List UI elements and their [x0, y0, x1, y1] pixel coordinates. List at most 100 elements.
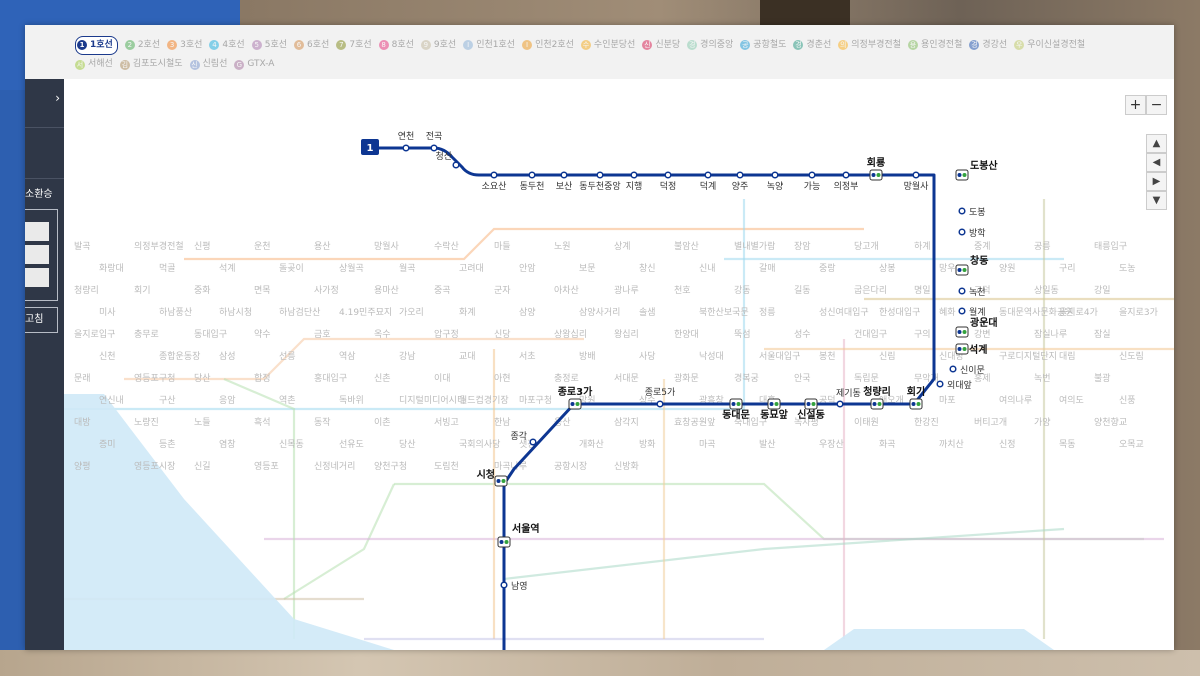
background-station-label: 굽은다리 — [854, 285, 887, 296]
background-station-label: 마포구청 — [519, 395, 552, 406]
station-label: 청산 — [435, 151, 452, 162]
station-label: 망월사 — [904, 180, 930, 192]
line-chip[interactable]: 2 2호선 — [124, 37, 160, 54]
line-chip[interactable]: 의 의정부경전철 — [838, 37, 901, 54]
background-station-label: 북한산보국문 — [699, 307, 749, 318]
background-station-label: 동대입구 — [194, 328, 227, 340]
background-station-label: 강변 — [974, 329, 991, 340]
station[interactable]: 도봉산 — [955, 159, 998, 181]
line-number-icon: 경 — [793, 40, 804, 50]
background-station-label: 화곡 — [879, 439, 896, 450]
line-chip[interactable]: 1 1호선 — [75, 35, 118, 55]
line-chip[interactable]: 경 경의중앙 — [687, 37, 733, 54]
station-line-dot — [957, 268, 962, 272]
background-station-label: 월드컵경기장 — [459, 394, 509, 406]
station-dot — [949, 365, 957, 373]
station[interactable]: 외대앞 — [936, 379, 972, 391]
station-dot — [452, 161, 460, 169]
background-station-label: 연신내 — [99, 395, 124, 406]
via-field[interactable] — [25, 245, 49, 264]
line-chip[interactable]: I 인천2호선 — [522, 37, 574, 54]
station[interactable]: 방학 — [958, 228, 986, 239]
background-station-label: 군자 — [494, 285, 511, 296]
station-label: 도봉산 — [970, 159, 998, 172]
sidebar-panel-second — [25, 128, 64, 179]
line-chip[interactable]: 신 신림선 — [189, 56, 227, 73]
station[interactable]: 창동 — [955, 254, 988, 276]
background-station-label: 대방 — [74, 417, 91, 428]
background-station-label: 우장산 — [819, 439, 844, 450]
river-shape — [824, 629, 1054, 650]
line-chip[interactable]: 우 우이신설경전철 — [1014, 37, 1085, 54]
route-map-svg[interactable]: 발곡 의정부경전철 신평 운천 용산 망월사 수락산 마들 노원 상계 불암산 별내별가람 장암 당고개 하… — [64, 79, 1174, 650]
pan-up-button[interactable]: ▲ — [1146, 134, 1167, 153]
line-chip[interactable]: 수 수인분당선 — [580, 37, 635, 54]
background-station-label: 노량진 — [134, 416, 159, 428]
line-chip[interactable]: 7 7호선 — [336, 37, 372, 54]
pan-left-button[interactable]: ◀ — [1146, 153, 1167, 172]
zoom-in-button[interactable]: + — [1125, 95, 1146, 115]
line-chip[interactable]: 용 용인경전철 — [907, 37, 963, 54]
station[interactable]: 월계 — [958, 306, 986, 318]
line-number-icon: 경 — [969, 40, 980, 50]
reset-button[interactable]: 고침 — [25, 307, 58, 333]
background-station-label: 서빙고 — [434, 417, 459, 428]
station-line-dot — [957, 330, 962, 334]
line-chip[interactable]: 8 8호선 — [378, 37, 414, 54]
background-station-label: 양천구청 — [374, 461, 407, 472]
pan-right-button[interactable]: ▶ — [1146, 172, 1167, 191]
sidebar-panel-top[interactable]: › — [25, 79, 64, 128]
line-chip[interactable]: G GTX-A — [234, 56, 274, 73]
line-chip[interactable]: 김 김포도시철도 — [119, 56, 183, 73]
line-chip-label: 용인경전철 — [920, 39, 963, 50]
line-chip[interactable]: I 인천1호선 — [463, 37, 515, 54]
background-station-label: 혜화 — [939, 306, 956, 318]
station[interactable]: 회룡 — [867, 156, 885, 181]
line-chip[interactable]: 9 9호선 — [420, 37, 456, 54]
line-chip[interactable]: 3 3호선 — [167, 37, 202, 54]
line-chip[interactable]: 경 경강선 — [969, 37, 1007, 54]
station[interactable]: 도봉 — [958, 207, 986, 218]
background-station-label: 안국 — [794, 373, 811, 384]
background-station-label: 구리 — [1059, 263, 1076, 274]
background-station-label: 약수 — [254, 328, 271, 340]
subway-map-canvas[interactable]: 발곡 의정부경전철 신평 운천 용산 망월사 수락산 마들 노원 상계 불암산 별내별가람 장암 당고개 하… — [64, 79, 1174, 650]
line-chip[interactable]: 신 신분당 — [642, 37, 680, 54]
station-label: 동대문 — [722, 408, 750, 421]
line-number-icon: 7 — [336, 40, 347, 50]
station[interactable]: 신이문 — [949, 365, 985, 376]
background-station-label: 당산 — [194, 373, 211, 384]
background-station-label: 삼성 — [219, 351, 236, 362]
station-dot — [808, 171, 816, 179]
arrival-field[interactable] — [25, 268, 49, 287]
line-chip[interactable]: 4 4호선 — [209, 37, 245, 54]
background-station-label: 운천 — [254, 241, 271, 252]
line-chip[interactable]: 서 서해선 — [75, 56, 113, 73]
line-chip[interactable]: 경 경춘선 — [793, 37, 831, 54]
background-station-label: 선유도 — [339, 439, 364, 450]
station[interactable]: 회기 — [907, 385, 925, 410]
line-chip[interactable]: 공 공항철도 — [740, 37, 786, 54]
line-chip[interactable]: 6 6호선 — [294, 37, 329, 54]
background-station-label: 망우 — [939, 263, 956, 274]
line-chip[interactable]: 5 5호선 — [251, 37, 287, 54]
background-station-label: 서초 — [519, 351, 536, 362]
station-line-dot — [962, 173, 967, 177]
background-station-labels: 발곡 의정부경전철 신평 운천 용산 망월사 수락산 마들 노원 상계 불암산 별내별가람 장암 당고개 하… — [74, 240, 1158, 472]
departure-field[interactable] — [25, 222, 49, 241]
station[interactable]: 녹천 — [958, 287, 986, 298]
station-label: 광운대 — [970, 316, 998, 329]
background-station-label: 불암산 — [674, 240, 699, 252]
line-number-icon: G — [234, 59, 245, 70]
station[interactable]: 석계 — [955, 343, 987, 356]
background-station-label: 창신 — [639, 263, 656, 274]
subway-map-window: 1 1호선 2 2호선 3 3호선 4 4호선 5 5호선 6 6호선 7 7호선 8 8호선 9 9호선 I 인천1… — [25, 25, 1174, 650]
pan-down-button[interactable]: ▼ — [1146, 191, 1167, 210]
chevron-right-icon[interactable]: › — [55, 91, 60, 105]
background-station-label: 상왕십리 — [554, 329, 587, 340]
line-1-stations[interactable]: 연천 전곡청산소요산 동두천 보산 동두천중앙 지행 덕정 덕계 양주 녹양 가능 의정부회룡망월사도… — [300, 131, 999, 650]
zoom-out-button[interactable]: − — [1146, 95, 1167, 115]
min-transfer-label[interactable]: 소환승 — [25, 185, 53, 200]
background-station-label: 길동 — [794, 285, 811, 296]
station[interactable]: 동대문 — [722, 398, 750, 421]
